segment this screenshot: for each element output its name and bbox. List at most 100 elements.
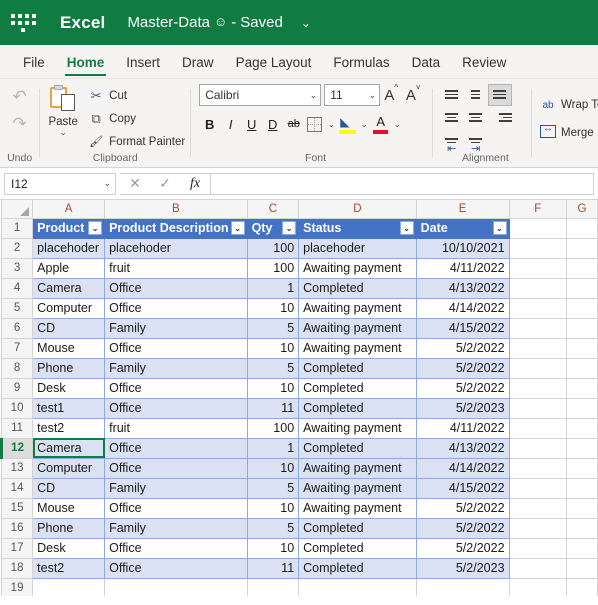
- cell-D8[interactable]: Completed: [298, 357, 417, 379]
- cell-C7[interactable]: 10: [246, 337, 300, 359]
- cell-G5[interactable]: [566, 297, 598, 319]
- cell-C19[interactable]: [246, 577, 300, 596]
- cell-E15[interactable]: 5/2/2022: [415, 497, 510, 519]
- cell-E14[interactable]: 4/15/2022: [415, 477, 510, 499]
- fill-color-button[interactable]: ◣: [337, 113, 358, 135]
- cell-G14[interactable]: [566, 477, 598, 499]
- paste-button[interactable]: Paste ⌄: [40, 83, 86, 137]
- column-header-A[interactable]: A: [32, 200, 106, 219]
- name-box[interactable]: I12 ⌄: [4, 172, 116, 195]
- row-header-13[interactable]: 13: [0, 457, 34, 479]
- cell-G11[interactable]: [566, 417, 598, 439]
- cell-B16[interactable]: Family: [104, 517, 248, 539]
- cell-G19[interactable]: [566, 577, 598, 596]
- column-header-G[interactable]: G: [566, 200, 598, 219]
- cell-A18[interactable]: test2: [32, 557, 106, 579]
- cell-F3[interactable]: [508, 257, 568, 279]
- cell-F5[interactable]: [508, 297, 568, 319]
- cell-B13[interactable]: Office: [104, 457, 248, 479]
- cell-F4[interactable]: [508, 277, 568, 299]
- cell-E3[interactable]: 4/11/2022: [415, 257, 510, 279]
- cell-C4[interactable]: 1: [246, 277, 300, 299]
- row-header-12[interactable]: 12: [0, 437, 34, 459]
- borders-chevron-down-icon[interactable]: ⌄: [325, 120, 337, 129]
- align-top-button[interactable]: [440, 84, 464, 106]
- cell-G10[interactable]: [566, 397, 598, 419]
- row-header-7[interactable]: 7: [0, 337, 34, 359]
- cell-D7[interactable]: Awaiting payment: [298, 337, 417, 359]
- cell-D2[interactable]: placehoder: [298, 237, 417, 259]
- bold-button[interactable]: B: [199, 113, 220, 135]
- cell-C8[interactable]: 5: [246, 357, 300, 379]
- cell-F13[interactable]: [508, 457, 568, 479]
- cell-G1[interactable]: [566, 217, 598, 239]
- cell-E12[interactable]: 4/13/2022: [415, 437, 510, 459]
- column-header-F[interactable]: F: [508, 200, 568, 219]
- cell-A4[interactable]: Camera: [32, 277, 106, 299]
- cell-F17[interactable]: [508, 537, 568, 559]
- title-chevron-down-icon[interactable]: ⌄: [301, 16, 311, 30]
- row-header-6[interactable]: 6: [0, 317, 34, 339]
- cell-D9[interactable]: Completed: [298, 377, 417, 399]
- cell-E5[interactable]: 4/14/2022: [415, 297, 510, 319]
- insert-function-icon[interactable]: fx: [180, 176, 210, 192]
- row-header-9[interactable]: 9: [0, 377, 34, 399]
- cell-D17[interactable]: Completed: [298, 537, 417, 559]
- cell-G18[interactable]: [566, 557, 598, 579]
- row-header-1[interactable]: 1: [0, 217, 34, 239]
- formula-input[interactable]: [211, 172, 594, 195]
- cell-B10[interactable]: Office: [104, 397, 248, 419]
- column-header-D[interactable]: D: [298, 200, 417, 219]
- cell-F19[interactable]: [508, 577, 568, 596]
- increase-font-size-button[interactable]: A^: [380, 83, 402, 104]
- font-color-button[interactable]: A: [370, 113, 391, 135]
- row-header-11[interactable]: 11: [0, 417, 34, 439]
- cell-G12[interactable]: [566, 437, 598, 459]
- cell-E7[interactable]: 5/2/2022: [415, 337, 510, 359]
- cell-D15[interactable]: Awaiting payment: [298, 497, 417, 519]
- cell-B14[interactable]: Family: [104, 477, 248, 499]
- paste-chevron-down-icon[interactable]: ⌄: [59, 128, 67, 137]
- cell-C3[interactable]: 100: [246, 257, 300, 279]
- cell-D3[interactable]: Awaiting payment: [298, 257, 417, 279]
- cell-B8[interactable]: Family: [104, 357, 248, 379]
- cell-C18[interactable]: 11: [246, 557, 300, 579]
- cell-F9[interactable]: [508, 377, 568, 399]
- cell-E10[interactable]: 5/2/2023: [415, 397, 510, 419]
- tab-file[interactable]: File: [12, 55, 56, 78]
- cell-G16[interactable]: [566, 517, 598, 539]
- cell-F6[interactable]: [508, 317, 568, 339]
- cell-C14[interactable]: 5: [246, 477, 300, 499]
- filter-button-status[interactable]: ⌄: [399, 221, 414, 235]
- align-bottom-button[interactable]: [487, 83, 512, 106]
- cell-D4[interactable]: Completed: [298, 277, 417, 299]
- cell-B17[interactable]: Office: [104, 537, 248, 559]
- column-header-C[interactable]: C: [246, 200, 300, 219]
- underline-button[interactable]: U: [241, 113, 262, 135]
- wrap-text-button[interactable]: ab Wrap Te: [538, 91, 598, 119]
- cell-F12[interactable]: [508, 437, 568, 459]
- cell-A15[interactable]: Mouse: [32, 497, 106, 519]
- font-name-select[interactable]: Calibri ⌄: [199, 84, 322, 106]
- row-header-15[interactable]: 15: [0, 497, 34, 519]
- row-header-19[interactable]: 19: [0, 577, 34, 596]
- align-middle-button[interactable]: [464, 84, 488, 106]
- cell-G7[interactable]: [566, 337, 598, 359]
- decrease-indent-button[interactable]: ⇤: [440, 130, 464, 155]
- cell-C11[interactable]: 100: [246, 417, 300, 439]
- cell-G17[interactable]: [566, 537, 598, 559]
- cell-F14[interactable]: [508, 477, 568, 499]
- tab-review[interactable]: Review: [451, 55, 517, 78]
- document-title[interactable]: Master-Data: [127, 14, 210, 31]
- cell-A10[interactable]: test1: [32, 397, 106, 419]
- cell-E17[interactable]: 5/2/2022: [415, 537, 510, 559]
- cell-D16[interactable]: Completed: [298, 517, 417, 539]
- cell-E9[interactable]: 5/2/2022: [415, 377, 510, 399]
- cell-B18[interactable]: Office: [104, 557, 248, 579]
- cell-G4[interactable]: [566, 277, 598, 299]
- format-painter-button[interactable]: 🖌 Format Painter: [86, 131, 190, 152]
- row-header-14[interactable]: 14: [0, 477, 34, 499]
- cell-B19[interactable]: [104, 577, 248, 596]
- cell-C6[interactable]: 5: [246, 317, 300, 339]
- cell-C16[interactable]: 5: [246, 517, 300, 539]
